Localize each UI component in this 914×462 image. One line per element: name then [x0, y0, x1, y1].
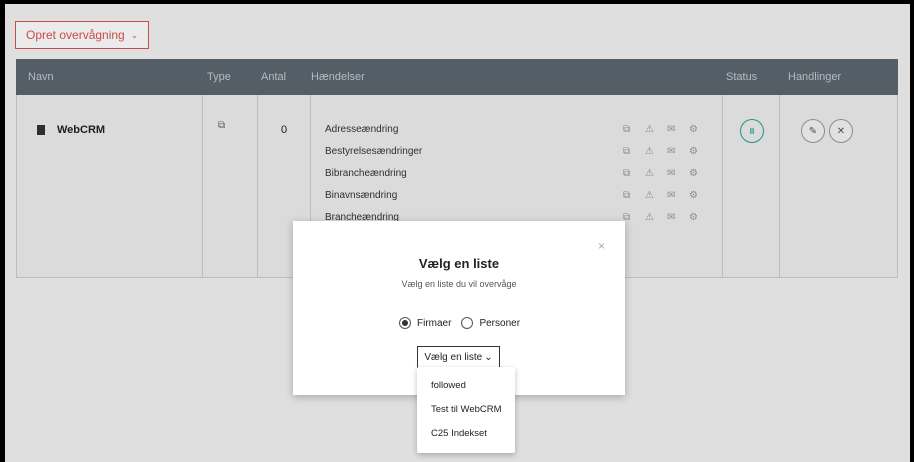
list-select[interactable]: Vælg en liste ⌄ — [417, 346, 500, 368]
dropdown-option[interactable]: Test til WebCRM — [417, 397, 515, 421]
list-type-radio-group: Firmaer Personer — [399, 317, 520, 329]
radio-selected-dot — [402, 320, 408, 326]
dropdown-option[interactable]: followed — [417, 373, 515, 397]
radio-persons-label[interactable]: Personer — [479, 318, 520, 329]
dropdown-option[interactable]: C25 Indekset — [417, 421, 515, 445]
chevron-down-icon: ⌄ — [484, 351, 493, 363]
list-dropdown-menu: followed Test til WebCRM C25 Indekset — [417, 367, 515, 453]
radio-companies[interactable] — [399, 317, 411, 329]
close-icon[interactable]: × — [598, 239, 605, 253]
radio-companies-label[interactable]: Firmaer — [417, 318, 451, 329]
radio-persons[interactable] — [461, 317, 474, 329]
app-window: Opret overvågning ⌄ Navn Type Antal Hænd… — [5, 4, 910, 462]
modal-title: Vælg en liste — [418, 256, 500, 271]
modal-subtitle: Vælg en liste du vil overvåge — [401, 279, 517, 289]
list-select-label: Vælg en liste — [424, 351, 483, 363]
